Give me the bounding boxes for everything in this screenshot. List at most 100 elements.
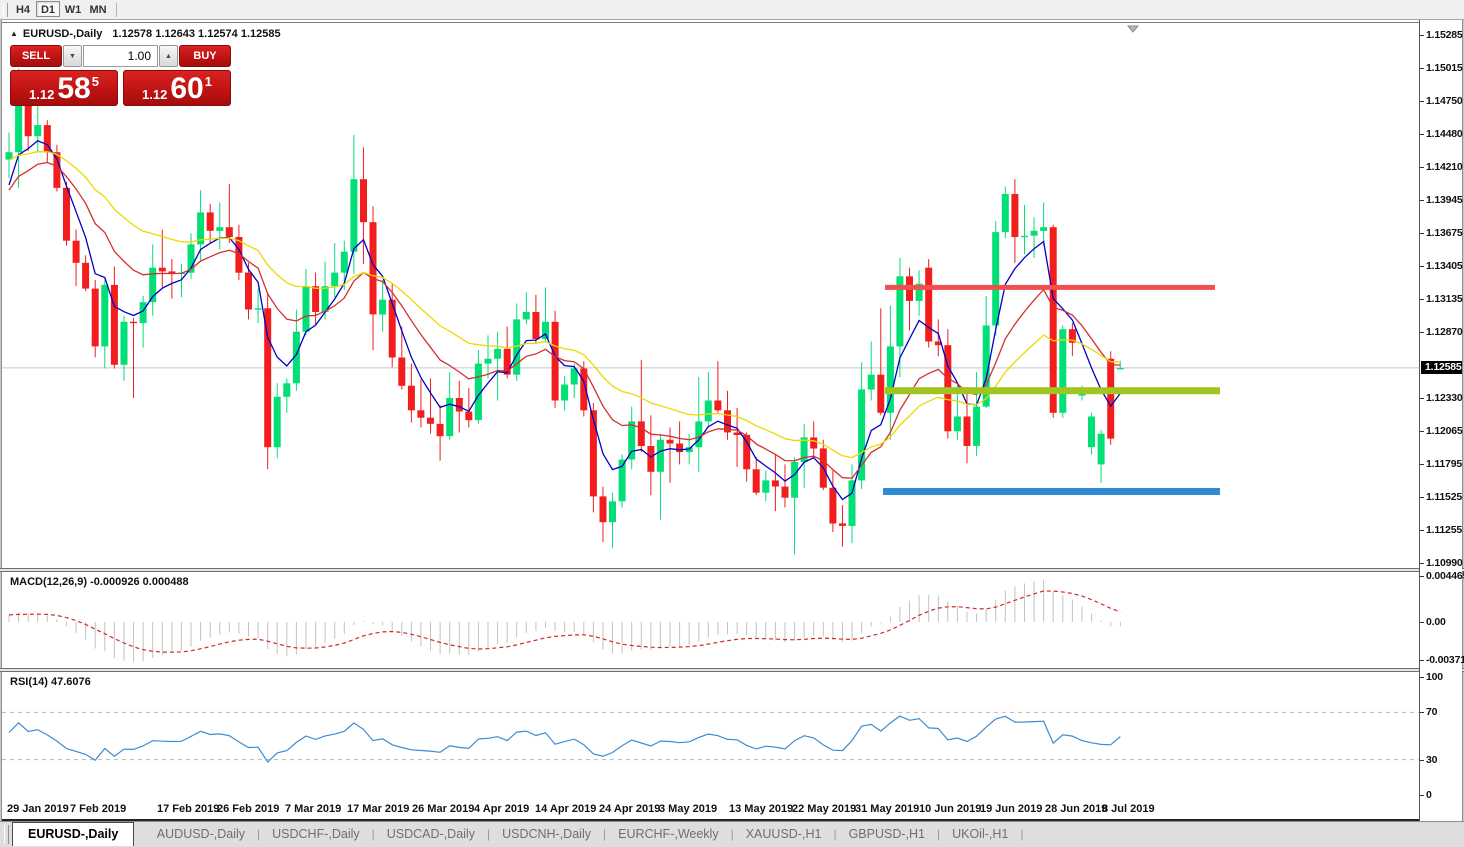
- timeframe-button-d1[interactable]: D1: [36, 1, 60, 17]
- trading-terminal-window: H4D1W1MN ▲ EURUSD-,Daily 1.12578 1.12643 1…: [0, 0, 1464, 847]
- price-tick-label: 1.12065: [1426, 425, 1463, 438]
- axis-tick: [1420, 266, 1424, 267]
- axis-tick: [1420, 563, 1424, 564]
- axis-tick: [1420, 200, 1424, 201]
- rsi-indicator-pane[interactable]: RSI(14) 47.6076: [2, 672, 1419, 798]
- date-tick-label: 24 Apr 2019: [599, 803, 660, 815]
- price-tick-label: 1.14750: [1426, 95, 1463, 108]
- sell-price-pipette: 5: [92, 74, 99, 89]
- date-tick-label: 17 Mar 2019: [347, 803, 409, 815]
- rsi-label: RSI(14) 47.6076: [10, 676, 91, 688]
- date-tick-label: 10 Jun 2019: [919, 803, 981, 815]
- axis-tick: [1420, 68, 1424, 69]
- axis-tick: [1420, 576, 1424, 577]
- timeframe-toolbar: H4D1W1MN: [0, 0, 1464, 20]
- date-tick-label: 7 Feb 2019: [70, 803, 126, 815]
- price-tick-label: 1.10990: [1426, 557, 1463, 570]
- current-price-badge: 1.12585: [1421, 361, 1462, 374]
- macd-label: MACD(12,26,9) -0.000926 0.000488: [10, 576, 189, 588]
- buy-button[interactable]: BUY: [179, 45, 231, 67]
- price-tick-label: 1.12330: [1426, 392, 1463, 405]
- price-axis[interactable]: 1.152851.150151.147501.144801.142101.139…: [1419, 20, 1462, 821]
- timeframe-button-mn[interactable]: MN: [86, 1, 110, 17]
- price-tick-label: 1.13135: [1426, 293, 1463, 306]
- axis-tick: [1420, 134, 1424, 135]
- price-tick-label: 1.11525: [1426, 491, 1462, 504]
- axis-tick: [1420, 660, 1424, 661]
- tab-USDCNH-,Daily[interactable]: USDCNH-,Daily: [490, 822, 603, 847]
- axis-tick: [1420, 795, 1424, 796]
- date-tick-label: 28 Jun 2019: [1045, 803, 1107, 815]
- toolbar-grip[interactable]: [3, 3, 8, 17]
- axis-tick: [1420, 431, 1424, 432]
- sell-price-big: 58: [57, 77, 90, 102]
- tab-separator: |: [1020, 827, 1023, 841]
- main-chart-pane[interactable]: ▲ EURUSD-,Daily 1.12578 1.12643 1.12574 1.…: [2, 22, 1419, 568]
- tab-XAUUSD-,H1[interactable]: XAUUSD-,H1: [734, 822, 834, 847]
- moving-average-line[interactable]: [9, 152, 1120, 458]
- timeframe-button-h4[interactable]: H4: [11, 1, 35, 17]
- tab-USDCAD-,Daily[interactable]: USDCAD-,Daily: [375, 822, 487, 847]
- tabbar-grip[interactable]: [4, 825, 9, 844]
- macd-indicator-pane[interactable]: MACD(12,26,9) -0.000926 0.000488: [2, 572, 1419, 668]
- chart-ohlc-values: 1.12578 1.12643 1.12574 1.12585: [112, 28, 280, 40]
- tab-USDCHF-,Daily[interactable]: USDCHF-,Daily: [260, 822, 372, 847]
- date-tick-label: 17 Feb 2019: [157, 803, 219, 815]
- axis-tick: [1420, 677, 1424, 678]
- rsi-tick-label: 70: [1426, 706, 1437, 719]
- price-tick-label: 1.13675: [1426, 227, 1463, 240]
- volume-increase-button[interactable]: ▲: [159, 45, 178, 67]
- date-tick-label: 26 Feb 2019: [217, 803, 279, 815]
- price-tick-label: 1.13405: [1426, 260, 1463, 273]
- support-blue-hline[interactable]: [883, 488, 1220, 495]
- axis-tick: [1420, 497, 1424, 498]
- collapse-triangle-icon[interactable]: ▲: [10, 29, 18, 38]
- timeframe-button-w1[interactable]: W1: [61, 1, 85, 17]
- date-tick-label: 31 May 2019: [855, 803, 919, 815]
- buy-price-button[interactable]: 1.12601: [123, 70, 231, 106]
- axis-tick: [1420, 530, 1424, 531]
- price-tick-label: 1.11795: [1426, 458, 1462, 471]
- price-tick-label: 1.14480: [1426, 128, 1463, 141]
- tab-EURUSD-,Daily[interactable]: EURUSD-,Daily: [12, 822, 134, 846]
- axis-tick: [1420, 464, 1424, 465]
- sell-button[interactable]: SELL: [10, 45, 62, 67]
- date-tick-label: 4 Apr 2019: [474, 803, 529, 815]
- toolbar-separator: [116, 3, 117, 17]
- date-tick-label: 14 Apr 2019: [535, 803, 596, 815]
- date-tick-label: 13 May 2019: [729, 803, 793, 815]
- macd-tick-label: 0.00: [1426, 616, 1446, 629]
- volume-decrease-button[interactable]: ▼: [63, 45, 82, 67]
- volume-input[interactable]: 1.00: [83, 45, 158, 67]
- axis-tick: [1420, 712, 1424, 713]
- macd-tick-label: -0.003715: [1426, 654, 1464, 667]
- price-tick-label: 1.15015: [1426, 62, 1463, 75]
- price-tick-label: 1.11255: [1426, 524, 1462, 537]
- axis-tick: [1420, 233, 1424, 234]
- symbol-tab-bar: EURUSD-,Daily AUDUSD-,Daily | USDCHF-,Daily…: [0, 821, 1464, 847]
- chart-title: ▲ EURUSD-,Daily 1.12578 1.12643 1.12574 1.…: [10, 28, 281, 40]
- price-tick-label: 1.15285: [1426, 29, 1463, 42]
- macd-signal-line: [9, 591, 1120, 652]
- date-tick-label: 29 Jan 2019: [7, 803, 69, 815]
- tab-EURCHF-,Weekly[interactable]: EURCHF-,Weekly: [606, 822, 730, 847]
- chart-symbol-label: EURUSD-,Daily: [23, 28, 102, 40]
- rsi-tick-label: 30: [1426, 754, 1437, 767]
- axis-tick: [1420, 167, 1424, 168]
- sell-price-button[interactable]: 1.12585: [10, 70, 118, 106]
- macd-tick-label: 0.004465: [1426, 570, 1464, 583]
- buy-price-big: 60: [170, 77, 203, 102]
- one-click-trading-panel: SELL ▼ 1.00 ▲ BUY 1.12585 1.12601: [10, 45, 231, 106]
- resistance-red-hline[interactable]: [885, 285, 1215, 290]
- tab-AUDUSD-,Daily[interactable]: AUDUSD-,Daily: [145, 822, 257, 847]
- date-axis[interactable]: 29 Jan 20197 Feb 2019 17 Feb 201926 Feb 2…: [2, 798, 1419, 821]
- moving-average-line[interactable]: [9, 141, 1120, 500]
- axis-tick: [1420, 332, 1424, 333]
- price-tick-label: 1.14210: [1426, 161, 1463, 174]
- pivot-olive-hline[interactable]: [885, 387, 1220, 394]
- tab-UKOil-,H1[interactable]: UKOil-,H1: [940, 822, 1020, 847]
- chart-shift-icon[interactable]: [1128, 26, 1138, 32]
- moving-average-line[interactable]: [9, 163, 1120, 479]
- date-tick-label: 3 May 2019: [659, 803, 717, 815]
- tab-GBPUSD-,H1[interactable]: GBPUSD-,H1: [837, 822, 937, 847]
